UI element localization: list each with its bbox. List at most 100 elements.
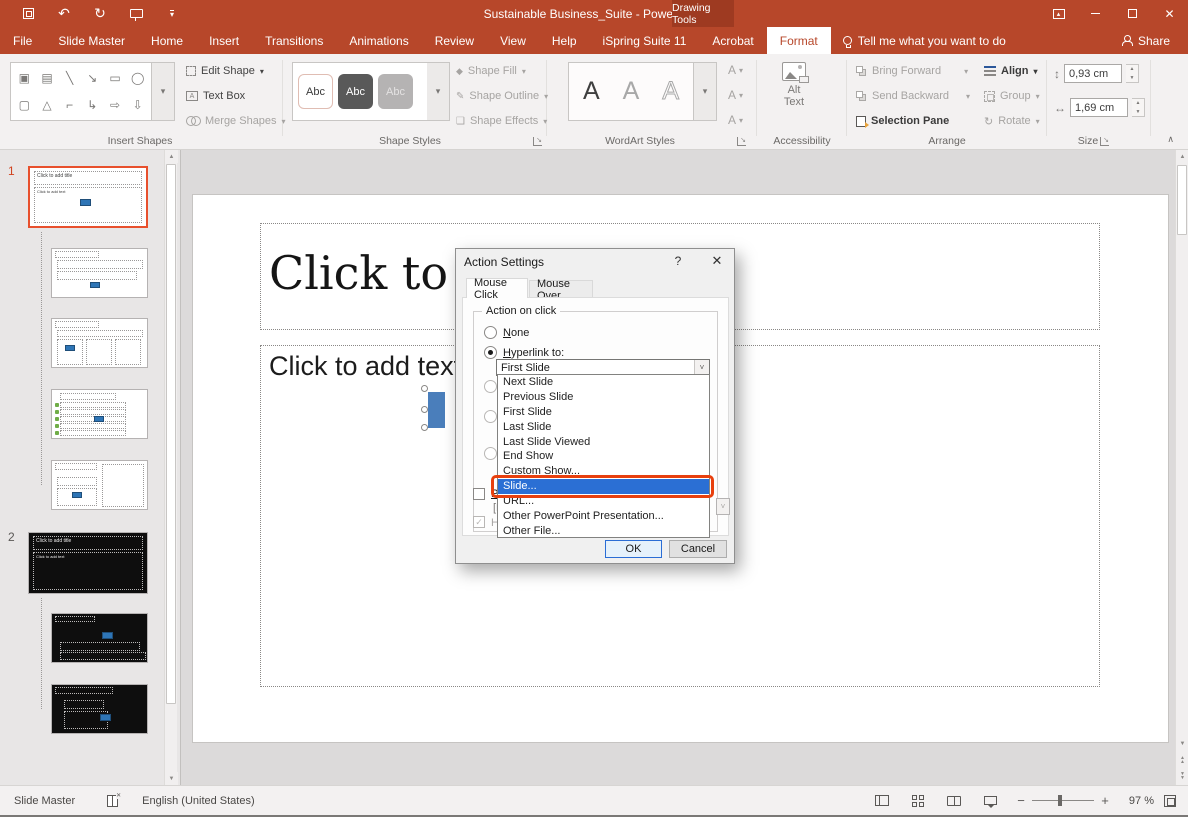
text-placeholder-shape-icon[interactable]: ▤ xyxy=(41,72,52,84)
list-item-custom-show[interactable]: Custom Show... xyxy=(498,464,709,479)
rounded-rectangle-shape-icon[interactable]: ▢ xyxy=(19,99,30,111)
selection-handle[interactable] xyxy=(421,424,428,431)
reading-view-button[interactable] xyxy=(936,786,972,816)
wordart-style-2[interactable]: A xyxy=(614,73,649,111)
layout-thumbnail-3[interactable] xyxy=(51,389,148,439)
slide-show-button[interactable] xyxy=(972,786,1008,816)
undo-button[interactable]: ↶ xyxy=(46,0,82,27)
list-item-slide[interactable]: Slide... xyxy=(498,479,709,494)
radio-hyperlink-to[interactable] xyxy=(484,346,497,359)
line-shape-icon[interactable]: ╲ xyxy=(66,72,73,84)
radio-hyperlink-to-label[interactable]: Hyperlink to: xyxy=(503,347,564,359)
shape-fill-button[interactable]: ◆ Shape Fill ▾ xyxy=(456,60,526,82)
spin-up-icon[interactable]: ▲ xyxy=(1126,65,1138,74)
master-thumbnail-1[interactable]: Click to add title Click to add text xyxy=(28,166,148,228)
shape-width-spinner[interactable]: ▲ ▼ xyxy=(1132,98,1145,117)
shapes-gallery-more-button[interactable]: ▾ xyxy=(152,62,175,121)
list-item-next-slide[interactable]: Next Slide xyxy=(498,375,709,390)
shape-style-2[interactable]: Abc xyxy=(338,74,373,109)
text-fill-button[interactable]: A ▾ xyxy=(728,63,743,77)
shape-width-field[interactable]: 1,69 cm xyxy=(1070,98,1128,117)
previous-slide-button[interactable]: ▲▲ xyxy=(1176,753,1188,766)
shapes-gallery[interactable]: ▣ ▤ ╲ ↘ ▭ ◯ ▢ △ ⌐ ↳ ⇨ ⇩ xyxy=(10,62,152,121)
zoom-slider[interactable] xyxy=(1032,800,1094,801)
shape-styles-gallery[interactable]: Abc Abc Abc xyxy=(292,62,428,121)
tab-help[interactable]: Help xyxy=(539,27,590,54)
shape-styles-more-button[interactable]: ▾ xyxy=(427,62,450,121)
list-item-other-file[interactable]: Other File... xyxy=(498,524,709,539)
shape-effects-button[interactable]: ❑ Shape Effects ▾ xyxy=(456,110,547,132)
zoom-slider-thumb[interactable] xyxy=(1058,795,1062,806)
tab-view[interactable]: View xyxy=(487,27,539,54)
send-backward-button[interactable]: Send Backward ▾ xyxy=(856,85,970,107)
shape-style-1[interactable]: Abc xyxy=(298,74,333,109)
ok-button[interactable]: OK xyxy=(605,540,662,558)
main-scrollbar[interactable]: ▲ ▼ ▲▲ ▼▼ xyxy=(1175,150,1188,785)
layout-thumbnail-6[interactable] xyxy=(51,684,148,734)
group-button[interactable]: Group ▾ xyxy=(984,85,1040,107)
tab-acrobat[interactable]: Acrobat xyxy=(699,27,766,54)
content-placeholder-shape-icon[interactable]: ▣ xyxy=(19,72,30,84)
selection-pane-button[interactable]: Selection Pane xyxy=(856,110,949,132)
tab-transitions[interactable]: Transitions xyxy=(252,27,336,54)
wordart-style-3[interactable]: A xyxy=(653,73,688,111)
align-button[interactable]: Align ▾ xyxy=(984,60,1038,82)
spin-down-icon[interactable]: ▼ xyxy=(1126,74,1138,83)
zoom-percentage[interactable]: 97 % xyxy=(1118,795,1154,807)
radio-run-program[interactable] xyxy=(484,380,497,393)
block-arrow-right-shape-icon[interactable]: ⇨ xyxy=(110,99,120,111)
customize-qat-button[interactable]: ▾ xyxy=(154,0,190,27)
scroll-up-icon[interactable]: ▲ xyxy=(1176,150,1188,163)
play-sound-checkbox[interactable] xyxy=(473,488,485,500)
list-item-last-slide-viewed[interactable]: Last Slide Viewed xyxy=(498,435,709,450)
spin-down-icon[interactable]: ▼ xyxy=(1132,108,1144,117)
shape-height-field[interactable]: 0,93 cm xyxy=(1064,64,1122,83)
list-item-end-show[interactable]: End Show xyxy=(498,449,709,464)
shape-styles-dialog-launcher[interactable]: ↘ xyxy=(533,137,542,146)
sound-combo-arrow[interactable]: ˅ xyxy=(716,498,730,515)
selected-action-button-shape[interactable] xyxy=(428,392,445,428)
share-button[interactable]: Share xyxy=(1103,27,1188,54)
minimize-button[interactable] xyxy=(1077,0,1114,27)
wordart-style-1[interactable]: A xyxy=(574,73,609,111)
layout-thumbnail-1[interactable] xyxy=(51,248,148,298)
triangle-shape-icon[interactable]: △ xyxy=(42,99,51,111)
selection-handle[interactable] xyxy=(421,406,428,413)
shape-outline-button[interactable]: ✎ Shape Outline ▾ xyxy=(456,85,548,107)
language-status[interactable]: English (United States) xyxy=(142,795,255,807)
master-thumbnail-2[interactable]: Click to add title Click to add text xyxy=(28,532,148,594)
start-from-beginning-button[interactable] xyxy=(118,0,154,27)
layout-thumbnail-2[interactable] xyxy=(51,318,148,368)
tab-ispring-suite[interactable]: iSpring Suite 11 xyxy=(590,27,700,54)
dialog-close-button[interactable]: ✕ xyxy=(706,253,728,269)
thumbnail-scrollbar-thumb[interactable] xyxy=(166,164,176,704)
scroll-up-icon[interactable]: ▲ xyxy=(165,150,178,163)
next-slide-button[interactable]: ▼▼ xyxy=(1176,769,1188,782)
slide-sorter-view-button[interactable] xyxy=(900,786,936,816)
layout-thumbnail-4[interactable] xyxy=(51,460,148,510)
highlight-click-checkbox[interactable]: ✓ xyxy=(473,516,485,528)
tab-file[interactable]: File xyxy=(0,27,45,54)
text-box-button[interactable]: A Text Box xyxy=(186,85,245,107)
text-outline-button[interactable]: A ▾ xyxy=(728,88,743,102)
selection-handle[interactable] xyxy=(421,385,428,392)
radio-run-macro[interactable] xyxy=(484,410,497,423)
tab-home[interactable]: Home xyxy=(138,27,196,54)
elbow-arrow-shape-icon[interactable]: ↳ xyxy=(87,99,97,111)
oval-shape-icon[interactable]: ◯ xyxy=(131,72,144,84)
cancel-button[interactable]: Cancel xyxy=(669,540,727,558)
dialog-help-button[interactable]: ? xyxy=(670,254,686,268)
list-item-previous-slide[interactable]: Previous Slide xyxy=(498,390,709,405)
wordart-styles-more-button[interactable]: ▾ xyxy=(694,62,717,121)
radio-object-action[interactable] xyxy=(484,447,497,460)
rectangle-shape-icon[interactable]: ▭ xyxy=(109,72,120,84)
size-dialog-launcher[interactable]: ↘ xyxy=(1100,137,1109,146)
ribbon-display-options-button[interactable]: ▴ xyxy=(1040,0,1077,27)
tab-animations[interactable]: Animations xyxy=(336,27,421,54)
tab-format[interactable]: Format xyxy=(767,27,831,54)
thumbnail-scrollbar[interactable]: ▲ ▼ xyxy=(164,150,177,785)
redo-button[interactable]: ↻ xyxy=(82,0,118,27)
layout-thumbnail-5[interactable] xyxy=(51,613,148,663)
maximize-button[interactable] xyxy=(1114,0,1151,27)
normal-view-button[interactable] xyxy=(864,786,900,816)
